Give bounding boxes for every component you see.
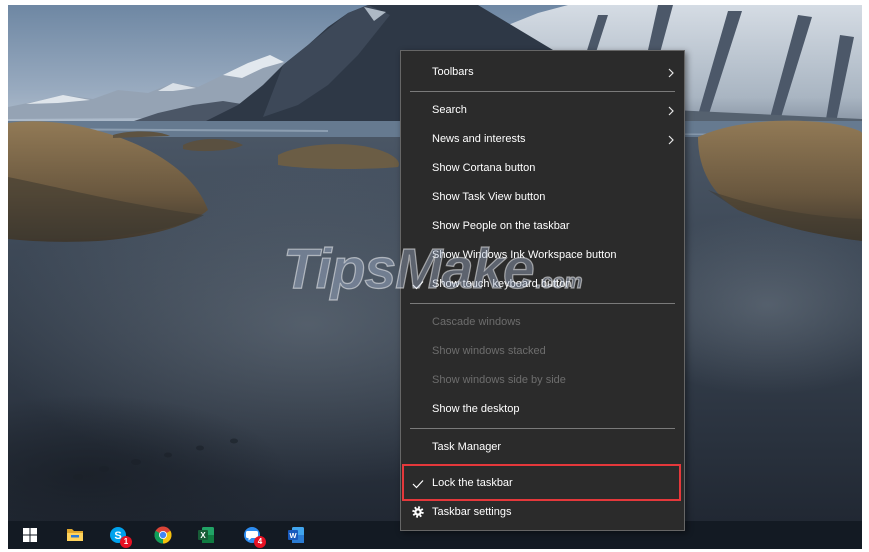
taskbar-context-menu: Toolbars Search News and interests Show …	[400, 50, 685, 531]
separator-line	[410, 91, 675, 92]
taskbar-word[interactable]: W	[276, 521, 316, 549]
menu-item-label: Show the desktop	[432, 403, 520, 415]
menu-separator	[401, 299, 684, 308]
skype-notification-badge: 1	[120, 536, 132, 548]
menu-item-label: Task Manager	[432, 441, 502, 453]
menu-item-show-touch-keyboard[interactable]: Show touch keyboard button	[401, 270, 684, 299]
taskbar-chrome[interactable]	[143, 521, 183, 549]
menu-item-label: Show Task View button	[432, 191, 546, 203]
menu-item-lock-the-taskbar[interactable]: Lock the taskbar	[401, 469, 684, 498]
menu-item-task-manager[interactable]: Task Manager	[401, 433, 684, 462]
menu-item-label: Taskbar settings	[432, 506, 512, 518]
windows-start-icon	[23, 528, 37, 542]
excel-icon-letter: X	[200, 531, 206, 540]
menu-item-label: Show windows stacked	[432, 345, 546, 357]
chevron-right-icon	[668, 68, 674, 78]
menu-item-show-cortana-button[interactable]: Show Cortana button	[401, 154, 684, 183]
menu-item-show-windows-stacked: Show windows stacked	[401, 337, 684, 366]
menu-item-label: Show Windows Ink Workspace button	[432, 249, 617, 261]
menu-item-label: Cascade windows	[432, 316, 521, 328]
gear-icon	[412, 506, 424, 518]
excel-icon: X	[198, 527, 214, 543]
menu-separator	[401, 462, 684, 469]
taskbar-skype[interactable]: S 1	[98, 521, 138, 549]
separator-line	[410, 428, 675, 429]
menu-item-label: Show People on the taskbar	[432, 220, 570, 232]
menu-item-show-windows-ink-workspace[interactable]: Show Windows Ink Workspace button	[401, 241, 684, 270]
taskbar-chat-app[interactable]: 4	[232, 521, 272, 549]
menu-item-show-people[interactable]: Show People on the taskbar	[401, 212, 684, 241]
menu-item-label: News and interests	[432, 133, 526, 145]
chrome-icon	[154, 526, 172, 544]
menu-item-label: Toolbars	[432, 66, 474, 78]
menu-item-label: Show Cortana button	[432, 162, 536, 174]
word-icon-letter: W	[289, 531, 297, 540]
menu-item-show-task-view-button[interactable]: Show Task View button	[401, 183, 684, 212]
menu-item-label: Show touch keyboard button	[432, 278, 572, 290]
menu-item-label: Search	[432, 104, 467, 116]
menu-item-show-windows-side-by-side: Show windows side by side	[401, 366, 684, 395]
separator-line	[410, 303, 675, 304]
taskbar-file-explorer[interactable]	[55, 521, 95, 549]
menu-item-label: Show windows side by side	[432, 374, 566, 386]
chat-notification-badge: 4	[254, 536, 266, 548]
menu-item-show-the-desktop[interactable]: Show the desktop	[401, 395, 684, 424]
word-icon: W	[288, 527, 304, 543]
menu-item-search[interactable]: Search	[401, 96, 684, 125]
chevron-right-icon	[668, 135, 674, 145]
menu-item-news-and-interests[interactable]: News and interests	[401, 125, 684, 154]
chevron-right-icon	[668, 106, 674, 116]
start-button[interactable]	[10, 521, 50, 549]
menu-item-label: Lock the taskbar	[432, 477, 513, 489]
menu-separator	[401, 87, 684, 96]
menu-item-toolbars[interactable]: Toolbars	[401, 58, 684, 87]
menu-item-cascade-windows: Cascade windows	[401, 308, 684, 337]
checkmark-icon	[412, 281, 424, 290]
file-explorer-icon	[67, 529, 83, 541]
menu-item-taskbar-settings[interactable]: Taskbar settings	[401, 498, 684, 527]
menu-separator	[401, 424, 684, 433]
checkmark-icon	[412, 480, 424, 489]
separator-line	[410, 465, 675, 466]
taskbar-excel[interactable]: X	[186, 521, 226, 549]
